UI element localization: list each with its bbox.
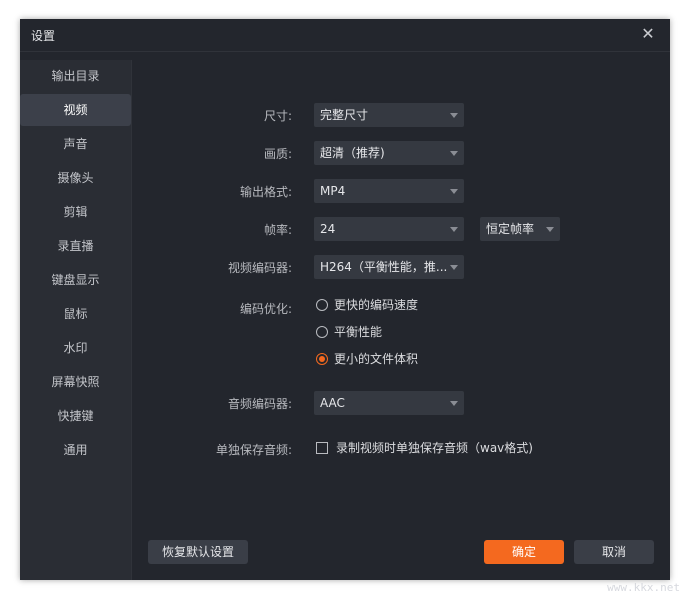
- size-value: 完整尺寸: [320, 108, 369, 122]
- sidebar-item-edit[interactable]: 剪辑: [20, 196, 131, 228]
- radio-label: 更小的文件体积: [334, 352, 419, 366]
- sidebar-item-video[interactable]: 视频: [20, 94, 131, 126]
- chevron-down-icon: [450, 265, 458, 270]
- format-value: MP4: [320, 184, 346, 198]
- optimize-label: 编码优化:: [239, 302, 292, 316]
- radio-icon: [316, 299, 328, 311]
- ok-button[interactable]: 确定: [484, 540, 564, 564]
- chevron-down-icon: [450, 189, 458, 194]
- site-watermark: www.kkx.net: [607, 581, 680, 594]
- title-bar: 设置 ✕: [20, 19, 670, 52]
- encoder-value: H264（平衡性能，推...: [320, 260, 448, 274]
- sidebar-item-general[interactable]: 通用: [20, 434, 131, 466]
- sidebar-item-screenshot[interactable]: 屏幕快照: [20, 366, 131, 398]
- radio-checked-icon: [316, 353, 328, 365]
- framerate-select[interactable]: 24: [314, 217, 464, 241]
- sidebar-item-keyboard[interactable]: 键盘显示: [20, 264, 131, 296]
- quality-value: 超清（推荐): [320, 146, 385, 160]
- encoder-select[interactable]: H264（平衡性能，推...: [314, 255, 464, 279]
- size-label: 尺寸:: [263, 109, 292, 123]
- size-select[interactable]: 完整尺寸: [314, 103, 464, 127]
- format-select[interactable]: MP4: [314, 179, 464, 203]
- sidebar-item-live[interactable]: 录直播: [20, 230, 131, 262]
- framerate-label: 帧率:: [263, 223, 292, 237]
- sidebar-item-hotkeys[interactable]: 快捷键: [20, 400, 131, 432]
- dialog-title: 设置: [31, 29, 56, 43]
- quality-select[interactable]: 超清（推荐): [314, 141, 464, 165]
- separate-audio-label: 单独保存音频:: [215, 443, 292, 457]
- quality-label: 画质:: [263, 147, 292, 161]
- framerate-mode-select[interactable]: 恒定帧率: [480, 217, 560, 241]
- chevron-down-icon: [450, 151, 458, 156]
- encoder-label: 视频编码器:: [227, 261, 292, 275]
- restore-defaults-button[interactable]: 恢复默认设置: [148, 540, 248, 564]
- audio-encoder-value: AAC: [320, 396, 345, 410]
- framerate-value: 24: [320, 222, 336, 236]
- sidebar-item-camera[interactable]: 摄像头: [20, 162, 131, 194]
- chevron-down-icon: [546, 227, 554, 232]
- format-label: 输出格式:: [239, 185, 292, 199]
- chevron-down-icon: [450, 113, 458, 118]
- checkbox-label: 录制视频时单独保存音频（wav格式): [336, 441, 533, 455]
- checkbox-icon: [316, 442, 328, 454]
- radio-label: 平衡性能: [334, 325, 383, 339]
- chevron-down-icon: [450, 227, 458, 232]
- settings-sidebar: 输出目录 视频 声音 摄像头 剪辑 录直播 键盘显示 鼠标 水印 屏幕快照 快捷…: [20, 60, 132, 580]
- radio-label: 更快的编码速度: [334, 298, 419, 312]
- sidebar-item-watermark[interactable]: 水印: [20, 332, 131, 364]
- close-icon[interactable]: ✕: [640, 25, 656, 43]
- sidebar-item-output-dir[interactable]: 输出目录: [20, 60, 131, 92]
- framerate-mode-value: 恒定帧率: [486, 222, 535, 236]
- video-settings-panel: 尺寸: 完整尺寸 画质: 超清（推荐) 输出格式: MP4 帧率: 24 恒定帧…: [132, 60, 670, 580]
- sidebar-item-audio[interactable]: 声音: [20, 128, 131, 160]
- cancel-button[interactable]: 取消: [574, 540, 654, 564]
- chevron-down-icon: [450, 401, 458, 406]
- settings-dialog: 设置 ✕ 输出目录 视频 声音 摄像头 剪辑 录直播 键盘显示 鼠标 水印 屏幕…: [20, 19, 670, 580]
- audio-encoder-label: 音频编码器:: [227, 397, 292, 411]
- sidebar-item-mouse[interactable]: 鼠标: [20, 298, 131, 330]
- audio-encoder-select[interactable]: AAC: [314, 391, 464, 415]
- radio-icon: [316, 326, 328, 338]
